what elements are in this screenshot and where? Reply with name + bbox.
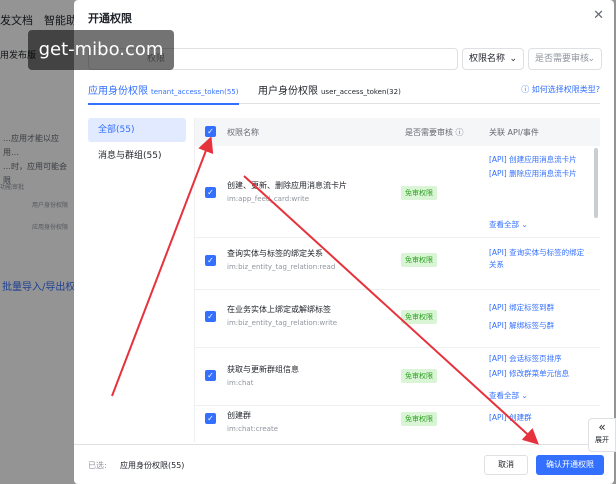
watermark: get-mibo.com [28,30,174,70]
row-checkbox[interactable]: ✓ [205,187,216,198]
api-link[interactable]: [API] 删除应用消息流卡片 [489,168,589,180]
row-checkbox[interactable]: ✓ [205,370,216,381]
status-badge: 免审权限 [401,253,437,267]
permission-modal: 开通权限 ✕ 权限 权限名称 ⌄ 是否需要审核 ⌄ 应用身份权限tenant_a… [74,0,614,484]
table-row: ✓ 获取与更新群组信息 im:chat 免审权限 [API] 会话标签页排序 [… [195,348,600,406]
close-icon[interactable]: ✕ [593,8,604,23]
table-row: ✓ 在业务实体上绑定或解绑标签 im:biz_entity_tag_relati… [195,290,600,348]
selected-label: 已选: [88,461,107,470]
chevron-down-icon: ⌄ [521,220,528,229]
api-link[interactable]: [API] 创建群 [489,412,589,424]
api-list: [API] 会话标签页排序 [API] 修改群菜单元信息 [489,353,589,380]
table-row: ✓ 查询实体与标签的绑定关系 im:biz_entity_tag_relatio… [195,238,600,290]
permission-name: 在业务实体上绑定或解绑标签 [227,305,331,314]
api-list: [API] 创建群 [489,412,589,424]
permission-code: im:chat [227,379,254,387]
permission-table: ✓ 权限名称 是否需要审核 ⓘ 关联 API/事件 ✓ 创建、更新、删除应用消息… [194,118,600,442]
view-all-label: 查看全部 [489,391,519,400]
cancel-button[interactable]: 取消 [484,455,528,475]
nav-item-messages-groups[interactable]: 消息与群组(55) [88,144,186,168]
header-review: 是否需要审核 ⓘ [405,127,464,138]
status-badge: 免审权限 [401,412,437,426]
api-link[interactable]: [API] 查询实体与标签的绑定关系 [489,247,589,271]
view-all-label: 查看全部 [489,220,519,229]
api-link[interactable]: [API] 会话标签页排序 [489,353,589,365]
modal-title: 开通权限 [88,12,132,25]
api-link[interactable]: [API] 解绑标签与群 [489,320,589,332]
question-icon: ⓘ [455,128,464,137]
status-badge: 免审权限 [401,369,437,383]
help-link[interactable]: ⓘ 如何选择权限类型? [521,84,600,95]
api-list: [API] 绑定标签到群 [API] 解绑标签与群 [489,302,589,332]
permission-tabs: 应用身份权限 tenant_access_token(55) 用户身份权限 user… [88,82,600,105]
permission-name: 查询实体与标签的绑定关系 [227,249,323,258]
table-row: ✓ 创建群 im:chat:create 免审权限 [API] 创建群 [195,406,600,442]
tab-label: 用户身份权限 [258,86,318,97]
api-link[interactable]: [API] 创建应用消息流卡片 [489,154,589,166]
permission-name: 获取与更新群组信息 [227,365,299,374]
api-link[interactable]: [API] 绑定标签到群 [489,302,589,314]
confirm-button[interactable]: 确认开通权限 [536,455,604,475]
select-all-checkbox[interactable]: ✓ [205,126,216,137]
filter-field-label: 权限名称 [469,54,506,64]
double-chevron-left-icon: « [598,420,606,434]
view-all-link[interactable]: 查看全部 ⌄ [489,390,528,401]
row-checkbox[interactable]: ✓ [205,413,216,424]
api-link[interactable]: [API] 修改群菜单元信息 [489,368,589,380]
permission-code: im:app_feed_card:write [227,195,310,203]
chevron-down-icon: ⌄ [521,391,528,400]
status-badge: 免审权限 [401,186,437,200]
permission-name: 创建、更新、删除应用消息流卡片 [227,181,347,190]
selected-value: 应用身份权限(55) [120,461,185,470]
permission-code: im:biz_entity_tag_relation:write [227,319,338,327]
api-list: [API] 查询实体与标签的绑定关系 [489,247,589,271]
permission-code: im:biz_entity_tag_relation:read [227,263,336,271]
expand-panel-button[interactable]: « 展开 [588,418,616,452]
help-link-label: 如何选择权限类型? [531,85,600,94]
tab-tenant-access[interactable]: 应用身份权限 tenant_access_token(55) [88,82,239,105]
category-nav: 全部(55) 消息与群组(55) [88,118,186,168]
review-filter-label: 是否需要审核 [535,54,590,64]
tab-sublabel: user_access_token(32) [321,88,401,96]
header-api: 关联 API/事件 [489,128,539,137]
question-icon: ⓘ [521,85,530,94]
permission-name: 创建群 [227,411,251,420]
header-review-label: 是否需要审核 [405,128,453,137]
nav-item-all[interactable]: 全部(55) [88,118,186,142]
expand-label: 展开 [595,436,609,444]
status-badge: 免审权限 [401,310,437,324]
tab-user-access[interactable]: 用户身份权限 user_access_token(32) [258,82,401,103]
api-list: [API] 创建应用消息流卡片 [API] 删除应用消息流卡片 [489,154,589,180]
row-checkbox[interactable]: ✓ [205,311,216,322]
chevron-down-icon: ⌄ [587,54,595,64]
tab-label: 应用身份权限 [88,86,148,97]
modal-footer: 已选: 应用身份权限(55) 取消 确认开通权限 [74,444,614,484]
permission-code: im:chat:create [227,425,279,433]
filter-field-select[interactable]: 权限名称 ⌄ [462,48,524,70]
table-row: ✓ 创建、更新、删除应用消息流卡片 im:app_feed_card:write… [195,146,600,238]
view-all-link[interactable]: 查看全部 ⌄ [489,219,528,230]
table-header: ✓ 权限名称 是否需要审核 ⓘ 关联 API/事件 [195,118,600,146]
chevron-down-icon: ⌄ [509,54,517,64]
tab-sublabel: tenant_access_token(55) [151,88,239,96]
table-scrollbar[interactable] [594,148,598,218]
row-checkbox[interactable]: ✓ [205,255,216,266]
review-filter-select[interactable]: 是否需要审核 ⌄ [528,48,602,70]
header-name: 权限名称 [227,128,259,137]
